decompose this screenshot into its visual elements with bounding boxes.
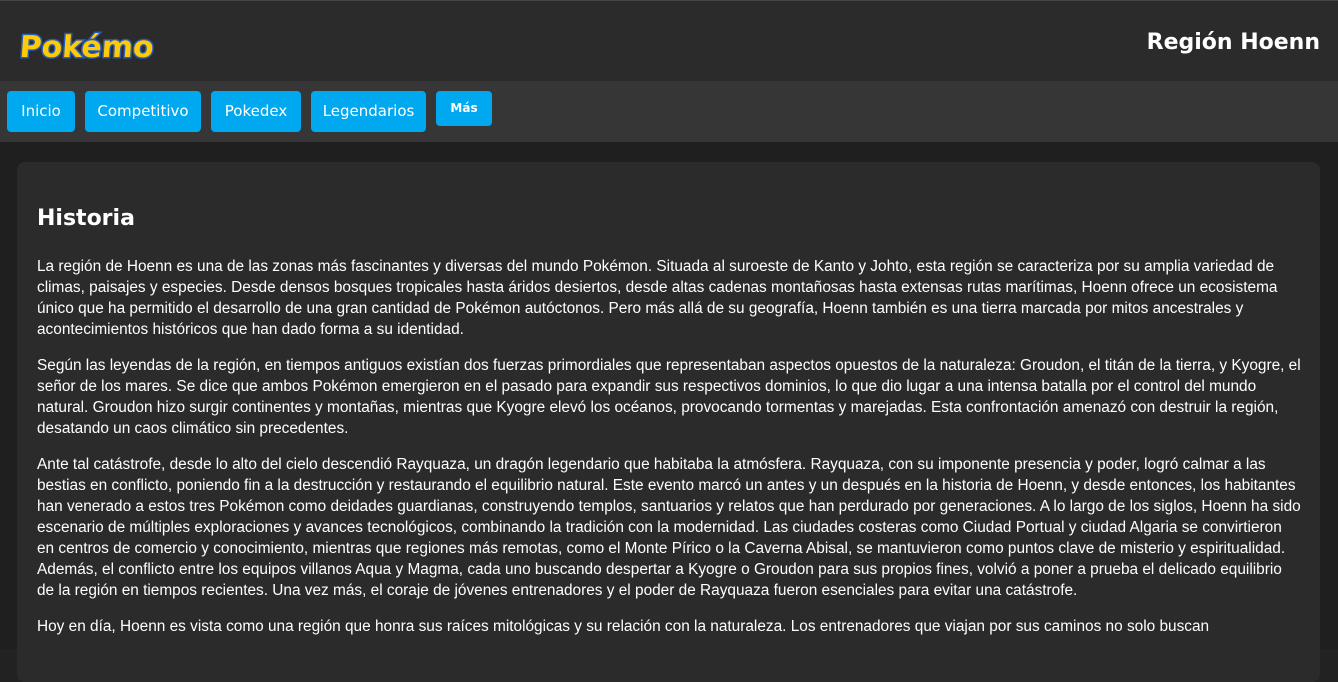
main-nav: Inicio Competitivo Pokedex Legendarios M… (0, 81, 1338, 142)
paragraph: Ante tal catástrofe, desde lo alto del c… (37, 456, 1301, 599)
section-heading: Historia (37, 206, 135, 231)
nav-competitivo-button[interactable]: Competitivo (85, 91, 201, 132)
main-content: Historia La región de Hoenn es una de la… (0, 142, 1338, 682)
nav-pokedex-button[interactable]: Pokedex (211, 91, 301, 132)
nav-inicio-button[interactable]: Inicio (7, 91, 75, 132)
site-header: Pokémon Región Hoenn (0, 0, 1338, 81)
history-card: Historia La región de Hoenn es una de la… (17, 162, 1320, 682)
paragraph: Según las leyendas de la región, en tiem… (37, 357, 1301, 437)
nav-mas-button[interactable]: Más (436, 91, 492, 126)
paragraph: Hoy en día, Hoenn es vista como una regi… (37, 618, 1210, 635)
history-text: La región de Hoenn es una de las zonas m… (37, 256, 1303, 652)
pokemon-logo[interactable]: Pokémon (18, 15, 154, 69)
paragraph: La región de Hoenn es una de las zonas m… (37, 258, 1278, 338)
page-title: Región Hoenn (1146, 30, 1320, 55)
svg-text:Pokémon: Pokémon (19, 30, 154, 65)
nav-legendarios-button[interactable]: Legendarios (311, 91, 426, 132)
